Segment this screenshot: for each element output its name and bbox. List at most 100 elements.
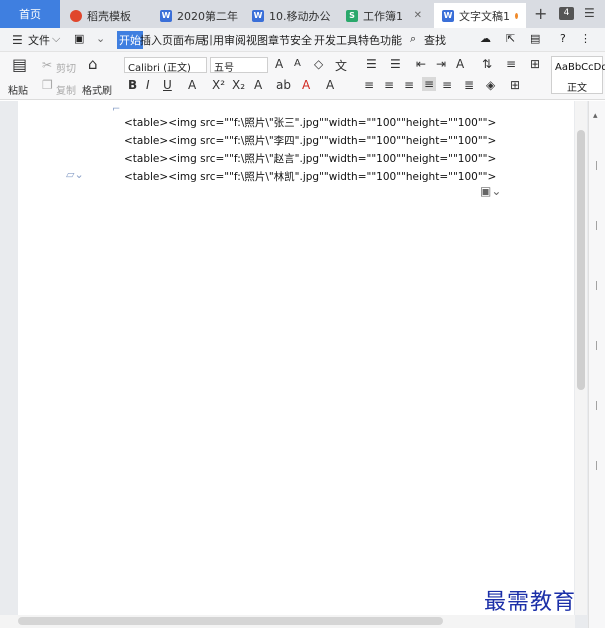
window-menu-icon[interactable]: ☰ [584,6,595,20]
save-icon[interactable]: ▣ [74,32,84,45]
vertical-scroll-thumb[interactable] [577,130,585,390]
align-left-icon[interactable]: ≡ [364,78,374,92]
unsaved-dot-icon [515,12,518,19]
clipboard-icon[interactable]: ▤ [12,55,27,74]
panel-tool-icon[interactable]: | [595,461,598,471]
paste-button[interactable]: 粘贴 [8,82,28,97]
justify-icon[interactable]: ≡ [422,77,437,91]
tab-bar: 首页 稻壳模板 W 2020第二年 W 10.移动办公 S 工作簿1 ✕ W 文… [0,0,605,28]
hamburger-icon[interactable]: ☰ [12,33,23,47]
calendar-icon[interactable]: ▤ [530,32,540,45]
text-effect-icon[interactable]: A [254,78,262,92]
align-right-icon[interactable]: ≡ [404,78,414,92]
tab-text-doc1[interactable]: W 文字文稿1 [434,3,526,28]
watermark-text: 最需教育 [484,590,577,615]
bold-icon[interactable]: B [128,78,137,92]
tab-workbook1[interactable]: S 工作簿1 ✕ [338,3,430,28]
scissors-icon[interactable]: ✂ [42,58,52,72]
menu-security[interactable]: 安全 [290,32,312,48]
chinese-layout-icon[interactable]: A [456,57,464,71]
customize-icon[interactable]: ⌄ [96,32,105,45]
paragraph-marker-icon[interactable]: ▱⌄ [66,168,84,181]
menu-sections[interactable]: 章节 [268,32,290,48]
daoke-icon [70,9,82,22]
new-tab-plus-icon[interactable]: + [534,4,547,23]
grow-font-icon[interactable]: A [275,57,283,71]
margin-corner-mark: ⌐ [112,104,121,115]
numbering-icon[interactable]: ☰ [390,57,401,71]
format-painter-icon[interactable]: ⌂ [88,55,98,73]
search-icon[interactable]: ⌕ [410,32,416,46]
document-line[interactable]: <table><img src=""f:\照片\"李四".jpg""width=… [124,133,496,148]
chevron-down-icon[interactable]: ⌵ [52,32,60,46]
panel-tool-icon[interactable]: | [595,341,598,351]
decrease-indent-icon[interactable]: ⇤ [416,57,426,71]
distribute-icon[interactable]: ≡ [442,78,452,92]
panel-tool-icon[interactable]: | [595,221,598,231]
w-doc-icon: W [160,9,172,22]
document-line[interactable]: <table><img src=""f:\照片\"赵言".jpg""width=… [124,151,496,166]
strikethrough-icon[interactable]: A [188,78,196,92]
ribbon-toolbar: ▤ 粘贴 ✂ 剪切 ❐ 复制 ⌂ 格式刷 Calibri (正文) 五号 A A… [0,52,605,100]
phonetic-icon[interactable]: 文 [335,57,347,74]
horizontal-scroll-thumb[interactable] [18,617,443,625]
menu-features[interactable]: 特色功能 [358,32,402,48]
tab-doc-2020[interactable]: W 2020第二年 [152,3,242,28]
style-preview: AaBbCcDd [555,62,605,73]
panel-arrow-up-icon[interactable]: ▴ [593,111,598,121]
menu-search[interactable]: 查找 [424,32,446,48]
tab-count-badge[interactable]: 4 [559,7,574,20]
menu-review[interactable]: 审阅 [224,32,246,48]
shrink-font-icon[interactable]: A [294,58,301,69]
format-painter-button[interactable]: 格式刷 [82,82,112,97]
italic-icon[interactable]: I [146,78,150,92]
w-doc-icon: W [442,9,454,22]
style-name: 正文 [567,83,587,94]
menu-view[interactable]: 视图 [246,32,268,48]
cloud-icon[interactable]: ☁ [480,32,491,45]
increase-indent-icon[interactable]: ⇥ [436,57,446,71]
right-tool-panel: ▴ | | | | | | [588,101,605,628]
border-icon[interactable]: ⊞ [530,57,540,71]
menu-developer[interactable]: 开发工具 [314,32,358,48]
underline-icon[interactable]: U [163,78,172,92]
document-line[interactable]: <table><img src=""f:\照片\"林凯".jpg""width=… [124,169,496,184]
subscript-icon[interactable]: X₂ [232,78,245,92]
highlight-icon[interactable]: ab [276,78,291,92]
document-line[interactable]: <table><img src=""f:\照片\"张三".jpg""width=… [124,115,496,130]
shading-icon[interactable]: ◈ [486,78,495,92]
menu-references[interactable]: 引用 [202,32,224,48]
share-icon[interactable]: ⇱ [506,32,515,45]
line-spacing-icon[interactable]: ≡ [506,57,516,71]
borders-icon[interactable]: ⊞ [510,78,520,92]
menu-insert[interactable]: 插入 [140,32,162,48]
help-icon[interactable]: ? [560,32,566,45]
w-doc-icon: W [252,9,264,22]
tab-daoke-templates[interactable]: 稻壳模板 [62,3,150,28]
copy-button[interactable]: 复制 [56,82,76,97]
tab-home[interactable]: 首页 [0,0,60,28]
paste-options-icon[interactable]: ▣⌄ [480,184,501,198]
font-name-select[interactable]: Calibri (正文) [124,57,207,74]
clear-format-icon[interactable]: ◇ [314,57,323,71]
char-shading-icon[interactable]: A [326,78,334,92]
sort-icon[interactable]: ⇅ [482,57,492,71]
cut-button[interactable]: 剪切 [56,60,76,75]
font-size-select[interactable]: 五号 [210,57,268,74]
menu-row: ☰ 文件 ⌵ ▣ ⌄ 开始 插入 页面布局 引用 审阅 视图 章节 安全 开发工… [0,28,605,52]
menu-file[interactable]: 文件 [28,32,50,48]
superscript-icon[interactable]: X² [212,78,225,92]
style-gallery[interactable]: AaBbCcDd 正文 [551,56,605,94]
more-icon[interactable]: ⋮ [580,32,591,45]
align-center-icon[interactable]: ≡ [384,78,394,92]
panel-tool-icon[interactable]: | [595,161,598,171]
copy-icon[interactable]: ❐ [42,78,53,92]
font-color-icon[interactable]: A [302,78,310,92]
menu-page-layout[interactable]: 页面布局 [162,32,206,48]
bullets-icon[interactable]: ☰ [366,57,377,71]
panel-tool-icon[interactable]: | [595,281,598,291]
panel-tool-icon[interactable]: | [595,401,598,411]
tab-doc-mobile-office[interactable]: W 10.移动办公 [244,3,334,28]
line-spacing-2-icon[interactable]: ≣ [464,78,474,92]
close-icon[interactable]: ✕ [414,10,422,21]
